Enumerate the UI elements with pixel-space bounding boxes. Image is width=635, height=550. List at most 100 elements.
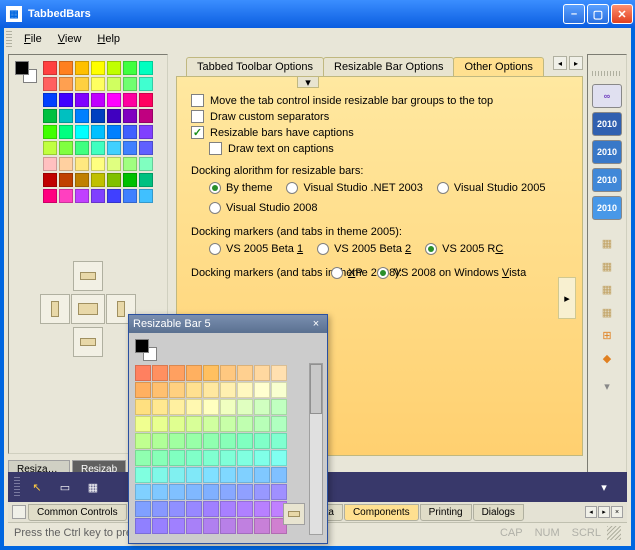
color-swatch[interactable] xyxy=(220,399,236,415)
tab-other-options[interactable]: Other Options xyxy=(453,57,543,76)
dock-up-button[interactable] xyxy=(73,261,103,291)
color-swatch[interactable] xyxy=(203,484,219,500)
color-swatch[interactable] xyxy=(75,61,89,75)
color-swatch[interactable] xyxy=(220,382,236,398)
color-swatch[interactable] xyxy=(237,365,253,381)
bottom-grip[interactable] xyxy=(14,477,20,497)
color-swatch[interactable] xyxy=(186,399,202,415)
grid-icon[interactable]: ▦ xyxy=(597,256,617,276)
color-swatch[interactable] xyxy=(203,382,219,398)
color-swatch[interactable] xyxy=(169,382,185,398)
close-button[interactable]: ✕ xyxy=(611,4,633,24)
color-swatch[interactable] xyxy=(75,189,89,203)
color-swatch[interactable] xyxy=(237,433,253,449)
float-scrollbar[interactable] xyxy=(309,363,323,535)
color-swatch[interactable] xyxy=(139,109,153,123)
color-swatch[interactable] xyxy=(254,467,270,483)
color-swatch[interactable] xyxy=(91,125,105,139)
color-swatch[interactable] xyxy=(186,484,202,500)
color-swatch[interactable] xyxy=(91,77,105,91)
color-swatch[interactable] xyxy=(152,467,168,483)
color-swatch[interactable] xyxy=(254,399,270,415)
color-swatch[interactable] xyxy=(186,501,202,517)
color-swatch[interactable] xyxy=(169,467,185,483)
color-swatch[interactable] xyxy=(91,189,105,203)
color-swatch[interactable] xyxy=(186,467,202,483)
checkbox-captions[interactable]: ✓ xyxy=(191,126,204,139)
color-swatch[interactable] xyxy=(135,501,151,517)
menu-help[interactable]: Help xyxy=(89,31,128,47)
color-swatch[interactable] xyxy=(169,365,185,381)
color-swatch[interactable] xyxy=(91,141,105,155)
float-fgbg-swatch[interactable] xyxy=(135,339,157,361)
color-swatch[interactable] xyxy=(271,365,287,381)
color-swatch[interactable] xyxy=(186,450,202,466)
color-swatch[interactable] xyxy=(75,109,89,123)
color-swatch[interactable] xyxy=(123,93,137,107)
color-swatch[interactable] xyxy=(91,93,105,107)
color-swatch[interactable] xyxy=(186,433,202,449)
color-swatch[interactable] xyxy=(169,399,185,415)
color-swatch[interactable] xyxy=(254,501,270,517)
color-swatch[interactable] xyxy=(169,450,185,466)
color-swatch[interactable] xyxy=(59,109,73,123)
color-swatch[interactable] xyxy=(43,125,57,139)
color-swatch[interactable] xyxy=(254,518,270,534)
color-swatch[interactable] xyxy=(203,518,219,534)
radio-vs2003[interactable] xyxy=(286,182,298,194)
color-swatch[interactable] xyxy=(152,450,168,466)
color-swatch[interactable] xyxy=(254,382,270,398)
color-swatch[interactable] xyxy=(139,93,153,107)
color-swatch[interactable] xyxy=(220,433,236,449)
color-swatch[interactable] xyxy=(123,77,137,91)
color-swatch[interactable] xyxy=(237,501,253,517)
color-swatch[interactable] xyxy=(123,157,137,171)
color-swatch[interactable] xyxy=(91,157,105,171)
color-swatch[interactable] xyxy=(59,61,73,75)
cat-scroll-right[interactable]: ▸ xyxy=(598,506,610,518)
form-tool-icon[interactable]: ▭ xyxy=(54,476,76,498)
win-flag-icon[interactable]: ⊞ xyxy=(597,325,617,345)
color-swatch[interactable] xyxy=(43,109,57,123)
dock-center-button[interactable] xyxy=(71,294,105,324)
foreground-background-swatch[interactable] xyxy=(15,61,37,83)
color-swatch[interactable] xyxy=(59,141,73,155)
color-swatch[interactable] xyxy=(43,77,57,91)
color-swatch[interactable] xyxy=(186,382,202,398)
color-swatch[interactable] xyxy=(152,365,168,381)
category-tab[interactable]: Components xyxy=(344,504,419,521)
color-swatch[interactable] xyxy=(271,399,287,415)
color-swatch[interactable] xyxy=(254,484,270,500)
color-swatch[interactable] xyxy=(254,416,270,432)
color-swatch[interactable] xyxy=(59,77,73,91)
color-swatch[interactable] xyxy=(135,467,151,483)
color-swatch[interactable] xyxy=(169,484,185,500)
dock-down-button[interactable] xyxy=(73,327,103,357)
color-swatch[interactable] xyxy=(123,61,137,75)
cat-close[interactable]: × xyxy=(611,506,623,518)
menu-grip[interactable] xyxy=(6,31,12,47)
color-swatch[interactable] xyxy=(135,518,151,534)
color-swatch[interactable] xyxy=(152,484,168,500)
color-swatch[interactable] xyxy=(107,109,121,123)
cat-scroll-left[interactable]: ◂ xyxy=(585,506,597,518)
overflow-down-icon[interactable]: ▾ xyxy=(597,376,617,396)
grid-icon[interactable]: ▦ xyxy=(597,233,617,253)
theme-icon[interactable]: 2010 xyxy=(592,168,622,192)
color-swatch[interactable] xyxy=(186,416,202,432)
color-swatch[interactable] xyxy=(152,501,168,517)
drop-handle-icon[interactable]: ▾ xyxy=(297,76,319,88)
tab-toolbar-options[interactable]: Tabbed Toolbar Options xyxy=(186,57,324,76)
color-swatch[interactable] xyxy=(107,157,121,171)
color-swatch[interactable] xyxy=(271,416,287,432)
theme-icon[interactable]: 2010 xyxy=(592,196,622,220)
color-swatch[interactable] xyxy=(169,433,185,449)
color-swatch[interactable] xyxy=(152,518,168,534)
color-swatch[interactable] xyxy=(91,109,105,123)
color-swatch[interactable] xyxy=(107,93,121,107)
color-swatch[interactable] xyxy=(43,141,57,155)
color-swatch[interactable] xyxy=(271,467,287,483)
color-swatch[interactable] xyxy=(75,125,89,139)
color-swatch[interactable] xyxy=(59,125,73,139)
color-swatch[interactable] xyxy=(203,467,219,483)
